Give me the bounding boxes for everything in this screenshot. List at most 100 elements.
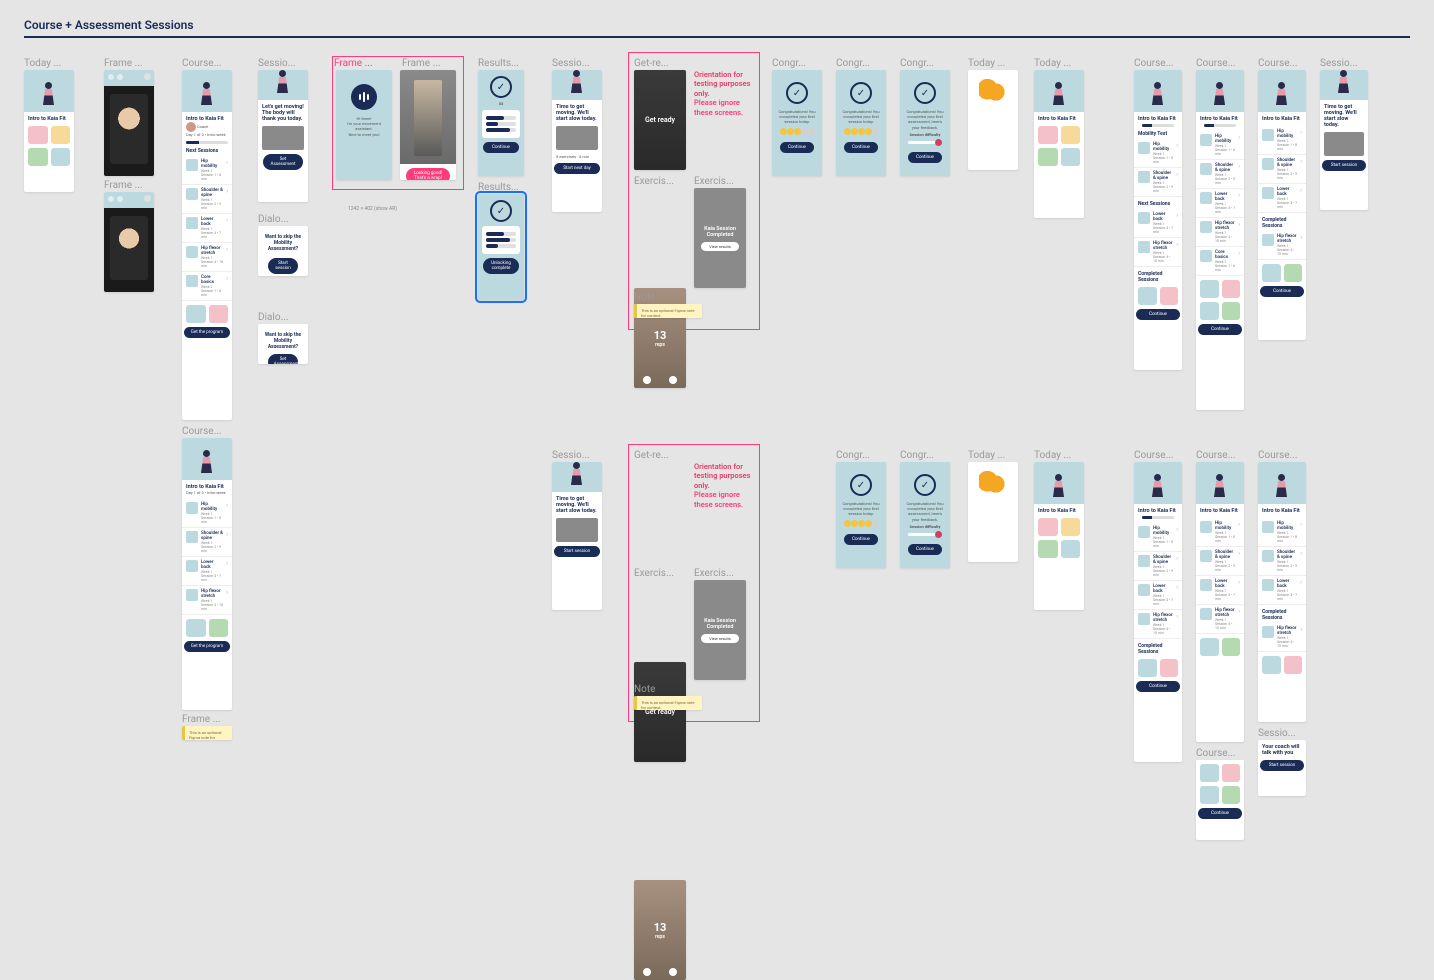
session-row[interactable]: Lower backWeek 1 Session 3 • 7 min› bbox=[182, 557, 232, 586]
frame-congrats-5[interactable]: Congratulations! You completed your firs… bbox=[900, 462, 950, 568]
frame-assistant-intro[interactable]: Hi there! I'm your movement assistant. N… bbox=[336, 70, 392, 180]
cta-button[interactable]: Get the program bbox=[184, 327, 230, 338]
session-row[interactable]: Shoulder & spineWeek 1 Session 2 • 9 min… bbox=[1258, 155, 1306, 184]
frame-note-1[interactable]: This is an optional Figma note for conte… bbox=[634, 304, 702, 318]
session-row[interactable]: Lower backWeek 1 Session 3 • 7 min› bbox=[1134, 581, 1182, 610]
promo-card[interactable] bbox=[51, 148, 71, 166]
rating-row[interactable] bbox=[844, 128, 879, 135]
wrap-button[interactable]: Looking good! That's a wrap! bbox=[406, 168, 451, 180]
session-row[interactable]: Hip mobilityWeek 1 Session 1 • 8 min› bbox=[182, 499, 232, 528]
frame-today-highfive-2[interactable] bbox=[968, 462, 1018, 562]
continue-button[interactable]: Continue bbox=[483, 142, 520, 153]
session-row[interactable]: Lower backWeek 1 Session 3 • 7 min› bbox=[1258, 576, 1306, 605]
session-row[interactable]: Shoulder & spineWeek 1 Session 2 • 9 min… bbox=[182, 528, 232, 557]
session-row[interactable]: Hip mobilityWeek 1 Session 1 • 8 min› bbox=[1196, 518, 1244, 547]
frame-session-r1[interactable]: Time to get moving. We'll start slow tod… bbox=[1320, 70, 1368, 210]
cta-button[interactable]: Get the program bbox=[184, 641, 230, 652]
session-row[interactable]: Lower backWeek 1 Session 3 • 7 min› bbox=[1196, 189, 1244, 218]
session-row[interactable]: Hip flexor stretchWeek 1 Session 4 • 10 … bbox=[1196, 218, 1244, 247]
frame-get-ready-1[interactable]: Get ready bbox=[634, 70, 686, 170]
session-row[interactable]: Hip flexor stretchWeek 1 Session 4 • 10 … bbox=[182, 586, 232, 615]
continue-button[interactable]: Continue bbox=[780, 142, 814, 153]
promo-card[interactable] bbox=[186, 305, 206, 323]
frame-session-complete-2[interactable]: Kaia Session Completed View results bbox=[694, 580, 746, 680]
session-row[interactable]: Hip mobilityWeek 1 Session 1 • 8 min› bbox=[1134, 139, 1182, 168]
session-row[interactable]: Hip flexor stretchWeek 1 Session 4 • 10 … bbox=[1196, 605, 1244, 634]
session-row[interactable]: Hip flexor stretchWeek 1 Session 4 • 10 … bbox=[182, 243, 232, 272]
frame-dialog-skip-1[interactable]: Want to skip the Mobility Assessment? St… bbox=[258, 226, 308, 276]
control-icon[interactable] bbox=[643, 376, 651, 384]
frame-note-2[interactable]: This is an optional Figma note for conte… bbox=[634, 696, 702, 710]
session-row[interactable]: Shoulder & spineWeek 1 Session 2 • 9 min… bbox=[1134, 168, 1182, 197]
session-row[interactable]: Core basicsWeek 2 Session 1 • 8 min› bbox=[182, 272, 232, 301]
session-row[interactable]: Shoulder & spineWeek 1 Session 2 • 9 min… bbox=[1258, 547, 1306, 576]
frame-exercise-reps-2[interactable]: 13 reps bbox=[634, 880, 686, 980]
difficulty-slider[interactable] bbox=[908, 141, 942, 144]
frame-course-long-a[interactable]: Intro to Kaia Fit Coach Day 1 of 3 • Int… bbox=[182, 70, 232, 420]
session-row[interactable]: Hip flexor stretchWeek 1 Session 4 • 10 … bbox=[1258, 231, 1306, 260]
frame-course-d1[interactable]: Intro to Kaia Fit Hip mobilityWeek 1 Ses… bbox=[1134, 462, 1182, 762]
frame-dialog-skip-2[interactable]: Want to skip the Mobility Assessment? Se… bbox=[258, 324, 308, 364]
promo-card[interactable] bbox=[28, 148, 48, 166]
preview-video[interactable] bbox=[262, 126, 304, 150]
control-icon[interactable] bbox=[669, 376, 677, 384]
frame-today-1[interactable]: Intro to Kaia Fit bbox=[24, 70, 74, 192]
session-row[interactable]: Hip flexor stretchWeek 1 Session 4 • 10 … bbox=[1258, 623, 1306, 652]
session-row[interactable]: Hip mobilityWeek 1 Session 1 • 8 min› bbox=[1258, 126, 1306, 155]
session-row[interactable]: Shoulder & spineWeek 1 Session 2 • 9 min… bbox=[1196, 160, 1244, 189]
session-row[interactable]: Hip flexor stretchWeek 1 Session 4 • 10 … bbox=[1134, 610, 1182, 639]
frame-course-c1[interactable]: Intro to Kaia Fit Mobility Test Hip mobi… bbox=[1134, 70, 1182, 370]
view-results-button[interactable]: View results bbox=[701, 242, 739, 251]
frame-congrats-4[interactable]: Congratulations! You completed your firs… bbox=[836, 462, 886, 568]
rating-row[interactable] bbox=[780, 128, 815, 135]
preview-video[interactable] bbox=[556, 126, 598, 150]
frame-congrats-2[interactable]: Congratulations! You completed your firs… bbox=[836, 70, 886, 176]
frame-results-2[interactable]: Unlocking complete bbox=[478, 194, 524, 300]
session-row[interactable]: Lower backWeek 1 Session 3 • 7 min› bbox=[1258, 184, 1306, 213]
frame-course-c2[interactable]: Intro to Kaia Fit Hip mobilityWeek 1 Ses… bbox=[1196, 70, 1244, 410]
session-row[interactable]: Shoulder & spineWeek 1 Session 2 • 9 min… bbox=[1134, 552, 1182, 581]
session-row[interactable]: Lower backWeek 1 Session 3 • 7 min› bbox=[1134, 209, 1182, 238]
frame-session-detail-1[interactable]: Time to get moving. We'll start slow tod… bbox=[552, 70, 602, 212]
frame-course-d3[interactable]: Intro to Kaia Fit Hip mobilityWeek 1 Ses… bbox=[1258, 462, 1306, 722]
session-row[interactable]: Shoulder & spineWeek 1 Session 2 • 9 min… bbox=[1196, 547, 1244, 576]
frame-course-c3[interactable]: Intro to Kaia Fit Hip mobilityWeek 1 Ses… bbox=[1258, 70, 1306, 340]
frame-course-d2[interactable]: Intro to Kaia Fit Hip mobilityWeek 1 Ses… bbox=[1196, 462, 1244, 742]
promo-card[interactable] bbox=[28, 126, 48, 144]
frame-congrats-1[interactable]: Congratulations! You completed your firs… bbox=[772, 70, 822, 176]
session-row[interactable]: Lower backWeek 1 Session 3 • 7 min› bbox=[1196, 576, 1244, 605]
promo-card[interactable] bbox=[51, 126, 71, 144]
session-row[interactable]: Hip flexor stretchWeek 1 Session 4 • 10 … bbox=[1134, 238, 1182, 267]
start-button[interactable]: Set Assessment bbox=[263, 154, 303, 170]
start-button[interactable]: Start next day bbox=[554, 163, 600, 174]
continue-button[interactable]: Unlocking complete bbox=[483, 258, 520, 274]
session-row[interactable]: Hip mobilityWeek 1 Session 1 • 8 min› bbox=[1196, 131, 1244, 160]
session-row[interactable]: Hip mobilityWeek 1 Session 1 • 8 min› bbox=[1258, 518, 1306, 547]
frame-today-highfive-1[interactable] bbox=[968, 70, 1018, 170]
frame-session-complete-1[interactable]: Kaia Session Completed View results bbox=[694, 188, 746, 288]
frame-coach-video-2[interactable] bbox=[104, 192, 154, 292]
frame-congrats-3[interactable]: Congratulations! You completed your firs… bbox=[900, 70, 950, 176]
frame-coach-video-1[interactable] bbox=[104, 70, 154, 176]
figma-canvas[interactable]: Today ... Intro to Kaia Fit Frame ... Fr… bbox=[0, 34, 1434, 881]
frame-note-strip[interactable]: This is an optional Figma note for conte… bbox=[182, 726, 232, 740]
frame-results-1[interactable]: 53 Continue bbox=[478, 70, 524, 176]
frame-get-ready-2[interactable]: Get ready bbox=[634, 662, 686, 762]
frame-session-detail-2[interactable]: Time to get moving. We'll start slow tod… bbox=[552, 462, 602, 610]
frame-today-2[interactable]: Intro to Kaia Fit bbox=[1034, 70, 1084, 218]
frame-today-3[interactable]: Intro to Kaia Fit bbox=[1034, 462, 1084, 610]
frame-session-d3b[interactable]: Your coach will talk with you Start sess… bbox=[1258, 740, 1306, 796]
frame-session-baseline[interactable]: Let's get moving! The body will thank yo… bbox=[258, 70, 308, 202]
frame-exercise-reps-1[interactable]: 13 reps bbox=[634, 288, 686, 388]
session-row[interactable]: Hip mobilityWeek 1 Session 1 • 8 min› bbox=[1134, 523, 1182, 552]
session-row[interactable]: Core basicsWeek 2 Session 1 • 8 min› bbox=[1196, 247, 1244, 276]
session-row[interactable]: Hip mobilityWeek 1 Session 1 • 8 min› bbox=[182, 156, 232, 185]
coach-video[interactable] bbox=[104, 208, 154, 292]
frame-pose-photo[interactable]: Looking good! That's a wrap! bbox=[400, 70, 456, 180]
frame-course-d2b[interactable]: Continue bbox=[1196, 760, 1244, 840]
session-row[interactable]: Lower backWeek 1 Session 3 • 7 min› bbox=[182, 214, 232, 243]
dialog-primary-button[interactable]: Set Assessment bbox=[268, 354, 298, 364]
coach-video[interactable] bbox=[104, 86, 154, 176]
frame-course-long-b[interactable]: Intro to Kaia FitDay 1 of 3 • Intro week… bbox=[182, 438, 232, 710]
dialog-primary-button[interactable]: Start session bbox=[268, 258, 298, 274]
